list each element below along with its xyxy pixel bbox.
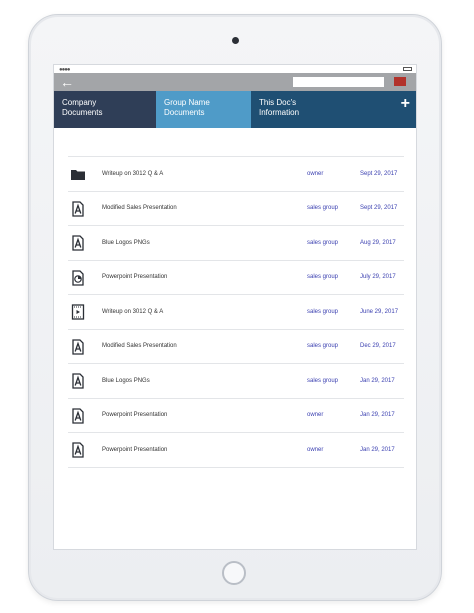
- document-owner[interactable]: sales group: [307, 274, 338, 280]
- tab-label-line2: Documents: [62, 108, 103, 117]
- search-input[interactable]: [293, 77, 384, 87]
- document-owner[interactable]: sales group: [307, 343, 338, 349]
- document-owner[interactable]: owner: [307, 171, 323, 177]
- document-date: Jan 29, 2017: [360, 446, 395, 453]
- video-document-icon: [70, 304, 86, 320]
- status-bar: ●●●●: [54, 65, 416, 73]
- top-bar: ←: [54, 73, 416, 91]
- document-a-icon: [70, 407, 86, 424]
- menu-button[interactable]: [394, 77, 406, 86]
- camera-icon: [232, 37, 239, 44]
- tab-group-documents[interactable]: Group Name Documents: [156, 91, 251, 128]
- back-arrow-icon[interactable]: ←: [60, 73, 74, 91]
- tab-label-line1: This Doc's: [259, 98, 297, 107]
- document-owner[interactable]: sales group: [307, 240, 338, 246]
- document-name: Blue Logos PNGs: [102, 377, 150, 384]
- document-name: Writeup on 3012 Q & A: [102, 170, 164, 177]
- battery-icon: [403, 67, 412, 71]
- tab-label-line1: Company: [62, 98, 97, 107]
- tab-bar: Company Documents Group Name Documents T…: [54, 91, 416, 128]
- tab-company-documents[interactable]: Company Documents: [54, 91, 156, 128]
- tab-label-line1: Group Name: [164, 98, 210, 107]
- document-owner[interactable]: owner: [307, 412, 323, 418]
- document-date: Dec 29, 2017: [360, 343, 396, 350]
- chart-document-icon: [70, 269, 86, 286]
- document-date: Sept 29, 2017: [360, 205, 398, 212]
- document-row[interactable]: Writeup on 3012 Q & A owner Sept 29, 2017: [68, 156, 404, 191]
- document-date: June 29, 2017: [360, 308, 399, 315]
- document-owner[interactable]: sales group: [307, 205, 338, 211]
- document-a-icon: [70, 200, 86, 217]
- document-a-icon: [70, 235, 86, 251]
- tab-label-line2: Information: [259, 108, 300, 117]
- document-date: July 29, 2017: [360, 274, 396, 281]
- document-row[interactable]: Modified Sales Presentation sales group De…: [68, 328, 404, 364]
- document-row[interactable]: Powerpoint Presentation owner Jan 29, 2017: [68, 432, 404, 468]
- document-row[interactable]: Modified Sales Presentation sales group Se…: [68, 190, 404, 226]
- document-row[interactable]: Powerpoint Presentation owner Jan 29, 2017: [68, 397, 404, 433]
- document-row[interactable]: Powerpoint Presentation sales group July 2…: [68, 259, 404, 295]
- tab-label-line2: Documents: [164, 108, 205, 117]
- document-row[interactable]: Writeup on 3012 Q & A sales group June 29,…: [68, 294, 404, 329]
- app-screen: ●●●● ← Company Documents Group Name Docu…: [53, 64, 417, 550]
- document-owner[interactable]: sales group: [307, 378, 338, 384]
- document-name: Powerpoint Presentation: [102, 274, 168, 281]
- document-date: Sept 29, 2017: [360, 170, 398, 177]
- document-name: Modified Sales Presentation: [102, 343, 177, 350]
- document-row[interactable]: Blue Logos PNGs sales group Aug 29, 2017: [68, 225, 404, 260]
- document-name: Modified Sales Presentation: [102, 205, 177, 212]
- home-button[interactable]: [222, 561, 246, 585]
- document-a-icon: [70, 442, 86, 458]
- tab-doc-information[interactable]: This Doc's Information +: [251, 91, 416, 128]
- document-a-icon: [70, 338, 86, 355]
- document-name: Writeup on 3012 Q & A: [102, 308, 164, 315]
- document-row[interactable]: Blue Logos PNGs sales group Jan 29, 2017: [68, 363, 404, 398]
- document-name: Powerpoint Presentation: [102, 446, 168, 453]
- document-date: Jan 29, 2017: [360, 377, 395, 384]
- folder-icon: [70, 166, 86, 182]
- document-list: Writeup on 3012 Q & Aowner Sept 29, 2017 M…: [68, 156, 404, 468]
- document-name: Powerpoint Presentation: [102, 412, 168, 419]
- document-a-icon: [70, 373, 86, 389]
- document-name: Blue Logos PNGs: [102, 239, 150, 246]
- document-date: Jan 29, 2017: [360, 412, 395, 419]
- document-owner[interactable]: owner: [307, 447, 323, 453]
- document-owner[interactable]: sales group: [307, 309, 338, 315]
- document-date: Aug 29, 2017: [360, 239, 396, 246]
- add-button[interactable]: +: [401, 95, 410, 113]
